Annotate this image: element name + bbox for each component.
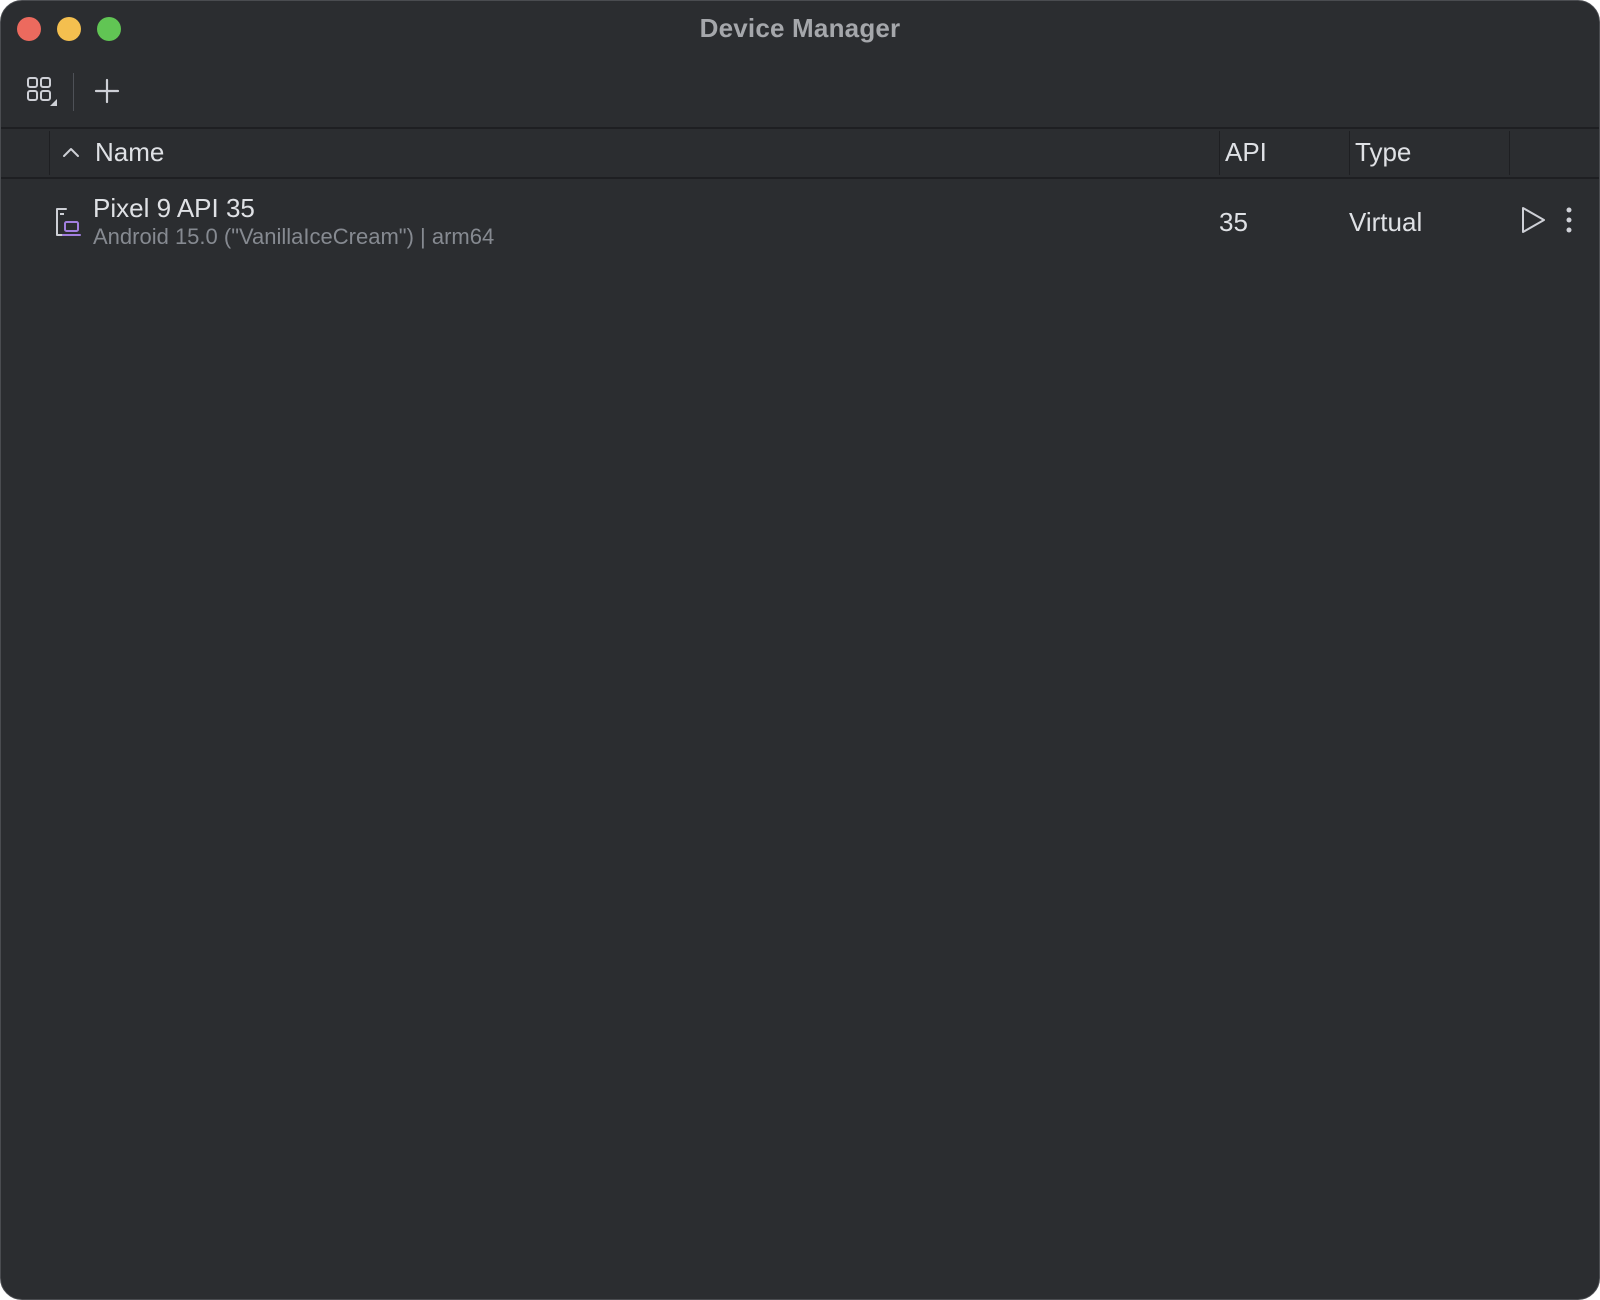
grid-view-icon — [27, 77, 57, 106]
column-header-api[interactable]: API — [1225, 137, 1267, 167]
device-details: Android 15.0 ("VanillaIceCream") | arm64 — [93, 224, 495, 249]
title-bar: Device Manager — [1, 1, 1599, 55]
column-header-name[interactable]: Name — [95, 137, 164, 167]
sort-ascending-icon[interactable] — [59, 141, 83, 165]
add-device-button[interactable] — [85, 69, 129, 113]
grid-view-button[interactable] — [19, 69, 63, 113]
more-options-icon[interactable] — [1559, 203, 1579, 237]
device-api-level: 35 — [1219, 207, 1248, 237]
column-divider — [1509, 131, 1510, 175]
toolbar — [1, 55, 1599, 129]
column-divider — [1349, 131, 1350, 175]
add-icon — [94, 78, 120, 104]
virtual-device-icon — [56, 208, 81, 236]
device-manager-window: Device Manager Name API Type Pixel 9 API… — [0, 0, 1600, 1300]
table-header: Name API Type — [1, 129, 1599, 179]
column-header-type[interactable]: Type — [1355, 137, 1411, 167]
device-type: Virtual — [1349, 207, 1423, 237]
column-divider — [49, 131, 50, 175]
device-name: Pixel 9 API 35 — [93, 193, 255, 223]
window-title: Device Manager — [699, 13, 901, 43]
table-row[interactable]: Pixel 9 API 35 Android 15.0 ("VanillaIce… — [1, 179, 1599, 265]
column-divider — [1219, 131, 1220, 175]
play-icon[interactable] — [1515, 203, 1549, 237]
toolbar-separator — [73, 73, 74, 111]
